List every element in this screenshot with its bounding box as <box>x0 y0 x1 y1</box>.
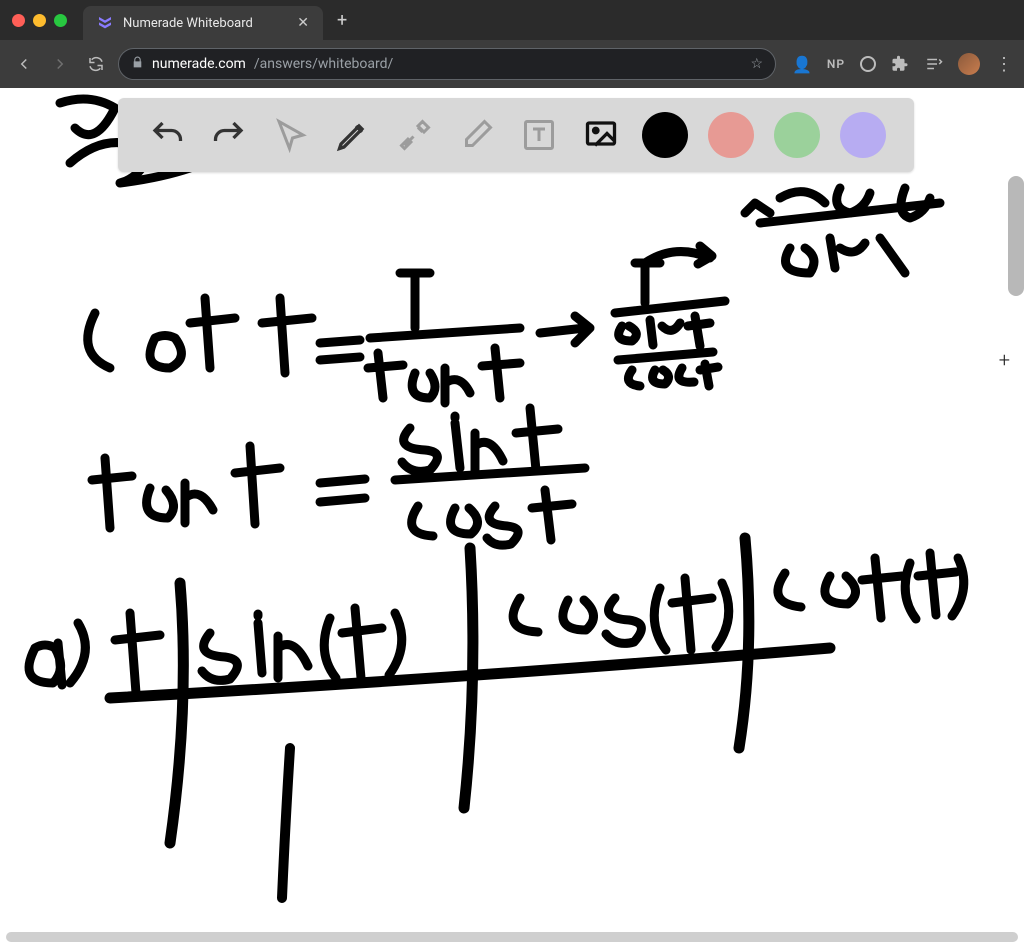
traffic-lights <box>12 14 67 27</box>
color-swatch-black[interactable] <box>642 112 688 158</box>
window-close-button[interactable] <box>12 14 25 27</box>
url-path: /answers/whiteboard/ <box>254 56 393 72</box>
extensions-row: 👤 NP ⋮ <box>792 53 1014 75</box>
favicon-icon <box>97 15 113 31</box>
eraser-tool[interactable] <box>456 114 498 156</box>
browser-nav-bar: numerade.com/answers/whiteboard/ ☆ 👤 NP … <box>0 40 1024 88</box>
page-viewport: + <box>0 88 1024 946</box>
vertical-scrollbar[interactable] <box>1008 176 1024 296</box>
window-minimize-button[interactable] <box>33 14 46 27</box>
color-swatch-red[interactable] <box>708 112 754 158</box>
cursor-crosshair-icon: + <box>999 348 1010 372</box>
reload-button[interactable] <box>82 50 110 78</box>
url-domain: numerade.com <box>152 56 246 72</box>
extension-emoji-icon[interactable]: 👤 <box>792 54 812 74</box>
redo-button[interactable] <box>208 114 250 156</box>
profile-avatar[interactable] <box>958 53 980 75</box>
bookmark-star-icon[interactable]: ☆ <box>750 56 763 72</box>
undo-button[interactable] <box>146 114 188 156</box>
pencil-tool[interactable] <box>332 114 374 156</box>
close-icon[interactable]: ✕ <box>297 15 309 31</box>
whiteboard-canvas[interactable] <box>0 88 1024 946</box>
image-tool[interactable] <box>580 114 622 156</box>
forward-button[interactable] <box>46 50 74 78</box>
lock-icon <box>131 56 144 73</box>
browser-tab[interactable]: Numerade Whiteboard ✕ <box>83 6 323 40</box>
color-swatch-green[interactable] <box>774 112 820 158</box>
whiteboard-toolbar <box>118 98 914 172</box>
macos-title-bar: Numerade Whiteboard ✕ + <box>0 0 1024 40</box>
address-bar[interactable]: numerade.com/answers/whiteboard/ ☆ <box>118 48 776 80</box>
back-button[interactable] <box>10 50 38 78</box>
new-tab-button[interactable]: + <box>337 10 347 31</box>
extensions-puzzle-icon[interactable] <box>890 54 910 74</box>
tools-button[interactable] <box>394 114 436 156</box>
media-control-icon[interactable] <box>924 54 944 74</box>
extension-circle-icon[interactable] <box>860 56 876 72</box>
tab-title: Numerade Whiteboard <box>123 16 287 31</box>
browser-menu-icon[interactable]: ⋮ <box>994 54 1014 74</box>
extension-np-icon[interactable]: NP <box>826 54 846 74</box>
pointer-tool[interactable] <box>270 114 312 156</box>
color-swatch-purple[interactable] <box>840 112 886 158</box>
text-tool[interactable] <box>518 114 560 156</box>
horizontal-scrollbar[interactable] <box>6 932 1018 942</box>
window-zoom-button[interactable] <box>54 14 67 27</box>
